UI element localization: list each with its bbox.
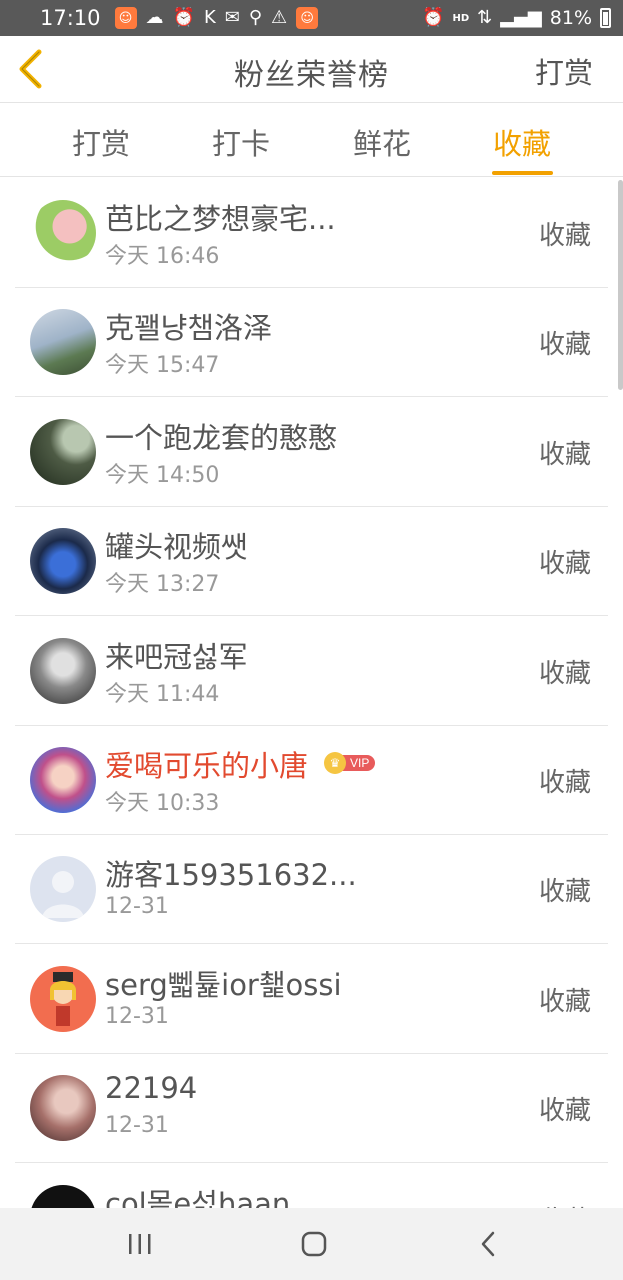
user-name: 爱喝可乐的小唐: [105, 749, 309, 783]
list-item[interactable]: 游客159351632... 12-31 收藏: [0, 834, 623, 944]
reward-button[interactable]: 打赏: [535, 50, 593, 92]
warning-icon: ⚠: [271, 7, 288, 28]
scrollbar[interactable]: [618, 180, 623, 390]
avatar: [30, 419, 96, 485]
user-name: 游客159351632...: [105, 858, 357, 892]
tab-flowers[interactable]: 鲜花: [332, 121, 432, 163]
favorite-status: 收藏: [538, 877, 591, 907]
favorite-time: 12-31: [105, 894, 169, 919]
crown-icon: ♛: [324, 752, 346, 774]
tab-checkin[interactable]: 打卡: [191, 121, 291, 163]
avatar: [30, 856, 96, 922]
favorite-status: 收藏: [538, 549, 591, 579]
favorite-time: 今天 11:44: [105, 682, 220, 707]
avatar: [30, 200, 96, 266]
list-item[interactable]: 克꽬냥챔洛泽 今天 15:47 收藏: [0, 287, 623, 397]
alarm-icon: ⏰: [422, 7, 445, 28]
favorite-status: 收藏: [538, 768, 591, 798]
data-icon: ⇅: [477, 7, 493, 28]
pin-icon: ⚲: [248, 7, 263, 28]
list-item[interactable]: 爱喝可乐的小唐 ♛ VIP 今天 10:33 收藏: [0, 725, 623, 835]
header: 粉丝荣誉榜 打赏: [0, 36, 623, 103]
list-item[interactable]: 来吧冠섫军 今天 11:44 收藏: [0, 616, 623, 726]
list-item[interactable]: col뫁e섟haan 收藏: [0, 1163, 623, 1208]
favorite-status: 收藏: [538, 440, 591, 470]
battery-icon: [600, 8, 611, 28]
app-notification-icon: ☺: [296, 7, 319, 29]
weather-icon: ☁: [145, 7, 164, 28]
avatar: [30, 747, 96, 813]
user-name: 罐头视频쌧: [105, 530, 248, 564]
favorite-time: 12-31: [105, 1113, 169, 1138]
favorite-status: 收藏: [538, 330, 591, 360]
system-back-button[interactable]: [458, 1224, 518, 1264]
navigation-bar: [0, 1208, 623, 1280]
user-name: 来吧冠섫军: [105, 640, 248, 674]
favorite-time: 今天 13:27: [105, 572, 220, 597]
battery-percent: 81%: [549, 7, 592, 29]
page-title: 粉丝荣誉榜: [234, 58, 389, 93]
favorite-time: 12-31: [105, 1004, 169, 1029]
mail-icon: ✉: [224, 7, 240, 28]
vip-badge: ♛ VIP: [324, 752, 376, 774]
favorite-status: 收藏: [538, 1096, 591, 1126]
tab-bar: 打赏 打卡 鲜花 收藏: [0, 103, 623, 177]
favorite-status: 收藏: [538, 221, 591, 251]
favorite-time: 今天 16:46: [105, 244, 220, 269]
favorite-time: 今天 10:33: [105, 791, 220, 816]
user-name: serg뻷튩ior쵍ossi: [105, 968, 342, 1002]
cartoon-avatar-icon: [50, 972, 76, 1026]
recent-apps-button[interactable]: [110, 1224, 170, 1264]
tab-favorites[interactable]: 收藏: [472, 121, 572, 163]
favorite-time: 今天 15:47: [105, 353, 220, 378]
avatar: [30, 638, 96, 704]
recent-apps-icon: [129, 1234, 151, 1254]
favorite-status: 收藏: [538, 659, 591, 689]
avatar: [30, 1185, 96, 1208]
list-item[interactable]: 芭比之梦想豪宅... 今天 16:46 收藏: [0, 178, 623, 288]
favorite-time: 今天 14:50: [105, 463, 220, 488]
status-time: 17:10: [40, 6, 101, 30]
list-item[interactable]: 22194 12-31 收藏: [0, 1053, 623, 1163]
home-button[interactable]: [284, 1224, 344, 1264]
list-item[interactable]: 罐头视频쌧 今天 13:27 收藏: [0, 506, 623, 616]
app-notification-icon: ☺: [114, 7, 137, 29]
list-item[interactable]: 一个跑龙套的憨憨 今天 14:50 收藏: [0, 397, 623, 507]
favorite-status: 收藏: [539, 1200, 591, 1208]
list-item[interactable]: serg뻷튩ior쵍ossi 12-31 收藏: [0, 944, 623, 1054]
tab-active-indicator: [492, 171, 553, 175]
signal-icon: ▂▄▆: [500, 7, 542, 28]
favorite-status: 收藏: [538, 987, 591, 1017]
home-icon: [301, 1231, 327, 1257]
hd-label: HD: [452, 12, 470, 24]
user-name: 克꽬냥챔洛泽: [105, 311, 273, 345]
avatar: [30, 528, 96, 594]
status-bar: 17:10 ☺ ☁ ⏰ K ✉ ⚲ ⚠ ☺ ⏰ HD ⇅ ▂▄▆ 81%: [0, 0, 623, 36]
k-app-icon: K: [203, 7, 216, 28]
avatar: [30, 1075, 96, 1141]
fan-list: 芭比之梦想豪宅... 今天 16:46 收藏 克꽬냥챔洛泽 今天 15:47 收…: [0, 178, 623, 1208]
back-arrow-icon: [481, 1231, 495, 1257]
user-name: 一个跑龙套的憨憨: [105, 421, 338, 455]
alarm-icon: ⏰: [172, 7, 195, 28]
user-name: 芭比之梦想豪宅...: [105, 202, 336, 236]
avatar: [30, 309, 96, 375]
tab-reward[interactable]: 打赏: [51, 121, 151, 163]
user-name: col뫁e섟haan: [105, 1187, 291, 1208]
default-avatar-icon: [42, 871, 84, 918]
avatar: [30, 966, 96, 1032]
user-name: 22194: [105, 1071, 198, 1105]
